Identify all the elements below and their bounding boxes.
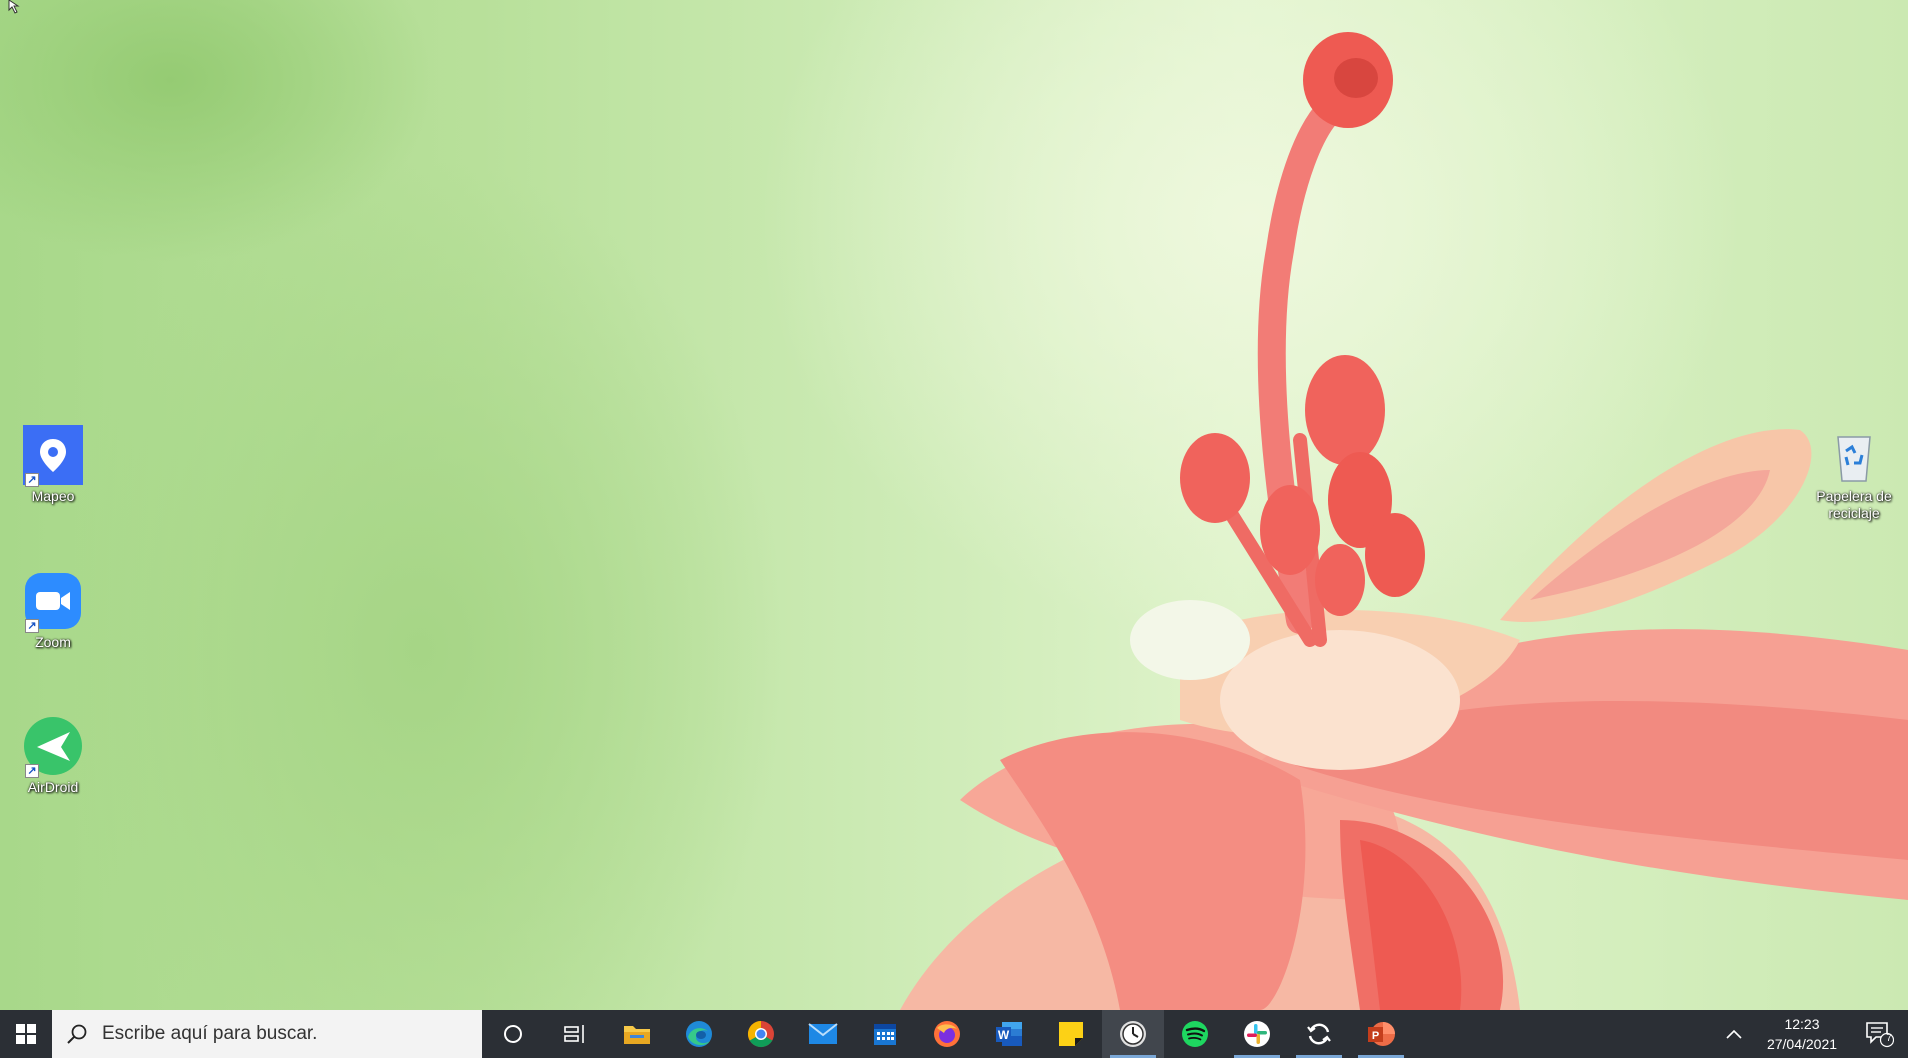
sticky-notes-icon <box>1059 1022 1083 1046</box>
word-icon: W <box>996 1022 1022 1046</box>
start-button[interactable] <box>0 1010 52 1058</box>
desktop-icon-zoom[interactable]: ↗ Zoom <box>8 571 98 651</box>
taskbar-edge-button[interactable] <box>668 1010 730 1058</box>
mail-icon <box>808 1023 838 1044</box>
taskbar-slack-button[interactable] <box>1226 1010 1288 1058</box>
taskbar-word-button[interactable]: W <box>978 1010 1040 1058</box>
windows-logo-icon <box>16 1024 36 1044</box>
taskbar-sticky-notes-button[interactable] <box>1040 1010 1102 1058</box>
shortcut-arrow-icon: ↗ <box>25 764 39 778</box>
calendar-icon <box>874 1024 896 1045</box>
shortcut-arrow-icon: ↗ <box>25 473 39 487</box>
recycle-bin-icon <box>1824 425 1884 485</box>
desktop[interactable]: ↗ Mapeo ↗ Zoom ↗ AirDroid Papelera de re… <box>0 0 1908 1010</box>
wallpaper-flower <box>900 32 1908 1010</box>
desktop-icon-recycle-bin[interactable]: Papelera de reciclaje <box>1808 425 1900 522</box>
taskbar-clock-app-button[interactable] <box>1102 1010 1164 1058</box>
taskbar-powerpoint-button[interactable]: P <box>1350 1010 1412 1058</box>
map-pin-icon: ↗ <box>23 425 83 487</box>
cortana-circle-icon <box>504 1025 522 1043</box>
taskbar-mail-button[interactable] <box>792 1010 854 1058</box>
clock-icon <box>1120 1021 1146 1047</box>
desktop-icon-mapeo[interactable]: ↗ Mapeo <box>8 425 98 505</box>
powerpoint-icon: P <box>1368 1022 1395 1046</box>
search-box[interactable]: Escribe aquí para buscar. <box>52 1010 482 1058</box>
search-icon <box>67 1024 87 1044</box>
mouse-cursor-icon <box>8 0 20 14</box>
show-hidden-icons-button[interactable] <box>1714 1010 1754 1058</box>
taskbar-calendar-button[interactable] <box>854 1010 916 1058</box>
slack-icon <box>1244 1021 1270 1047</box>
taskbar-spotify-button[interactable] <box>1164 1010 1226 1058</box>
spotify-icon <box>1182 1021 1208 1047</box>
firefox-icon <box>934 1021 960 1047</box>
desktop-icon-label: Zoom <box>35 634 71 650</box>
task-view-icon <box>564 1025 584 1043</box>
taskbar-file-explorer-button[interactable] <box>606 1010 668 1058</box>
svg-text:W: W <box>998 1028 1010 1042</box>
taskbar-chrome-button[interactable] <box>730 1010 792 1058</box>
folder-icon <box>624 1026 650 1044</box>
chrome-icon <box>747 1020 774 1048</box>
paper-plane-icon: ↗ <box>23 716 83 778</box>
sync-icon <box>1307 1023 1331 1045</box>
desktop-icon-airdroid[interactable]: ↗ AirDroid <box>8 716 98 796</box>
desktop-icon-label: Papelera de reciclaje <box>1816 488 1892 521</box>
video-camera-icon: ↗ <box>23 571 83 633</box>
edge-icon <box>686 1021 712 1047</box>
clock-time: 12:23 <box>1784 1016 1820 1032</box>
clock-date: 27/04/2021 <box>1766 1036 1838 1052</box>
taskbar-clock[interactable]: 12:23 27/04/2021 <box>1754 1014 1850 1054</box>
shortcut-arrow-icon: ↗ <box>25 619 39 633</box>
taskbar-task-view-button[interactable] <box>544 1010 606 1058</box>
taskbar-cortana-button[interactable] <box>482 1010 544 1058</box>
taskbar-firefox-button[interactable] <box>916 1010 978 1058</box>
notification-count-badge: 7 <box>1886 1033 1892 1044</box>
chevron-up-icon <box>1726 1029 1742 1039</box>
desktop-icon-label: AirDroid <box>27 779 79 795</box>
taskbar: Escribe aquí para buscar. W P 12:23 27/0… <box>0 1010 1908 1058</box>
desktop-icon-label: Mapeo <box>31 488 75 504</box>
system-tray: 12:23 27/04/2021 7 <box>1714 1010 1908 1058</box>
taskbar-sync-button[interactable] <box>1288 1010 1350 1058</box>
action-center-button[interactable]: 7 <box>1850 1010 1908 1058</box>
search-placeholder: Escribe aquí para buscar. <box>102 1023 318 1044</box>
svg-text:P: P <box>1372 1030 1379 1042</box>
